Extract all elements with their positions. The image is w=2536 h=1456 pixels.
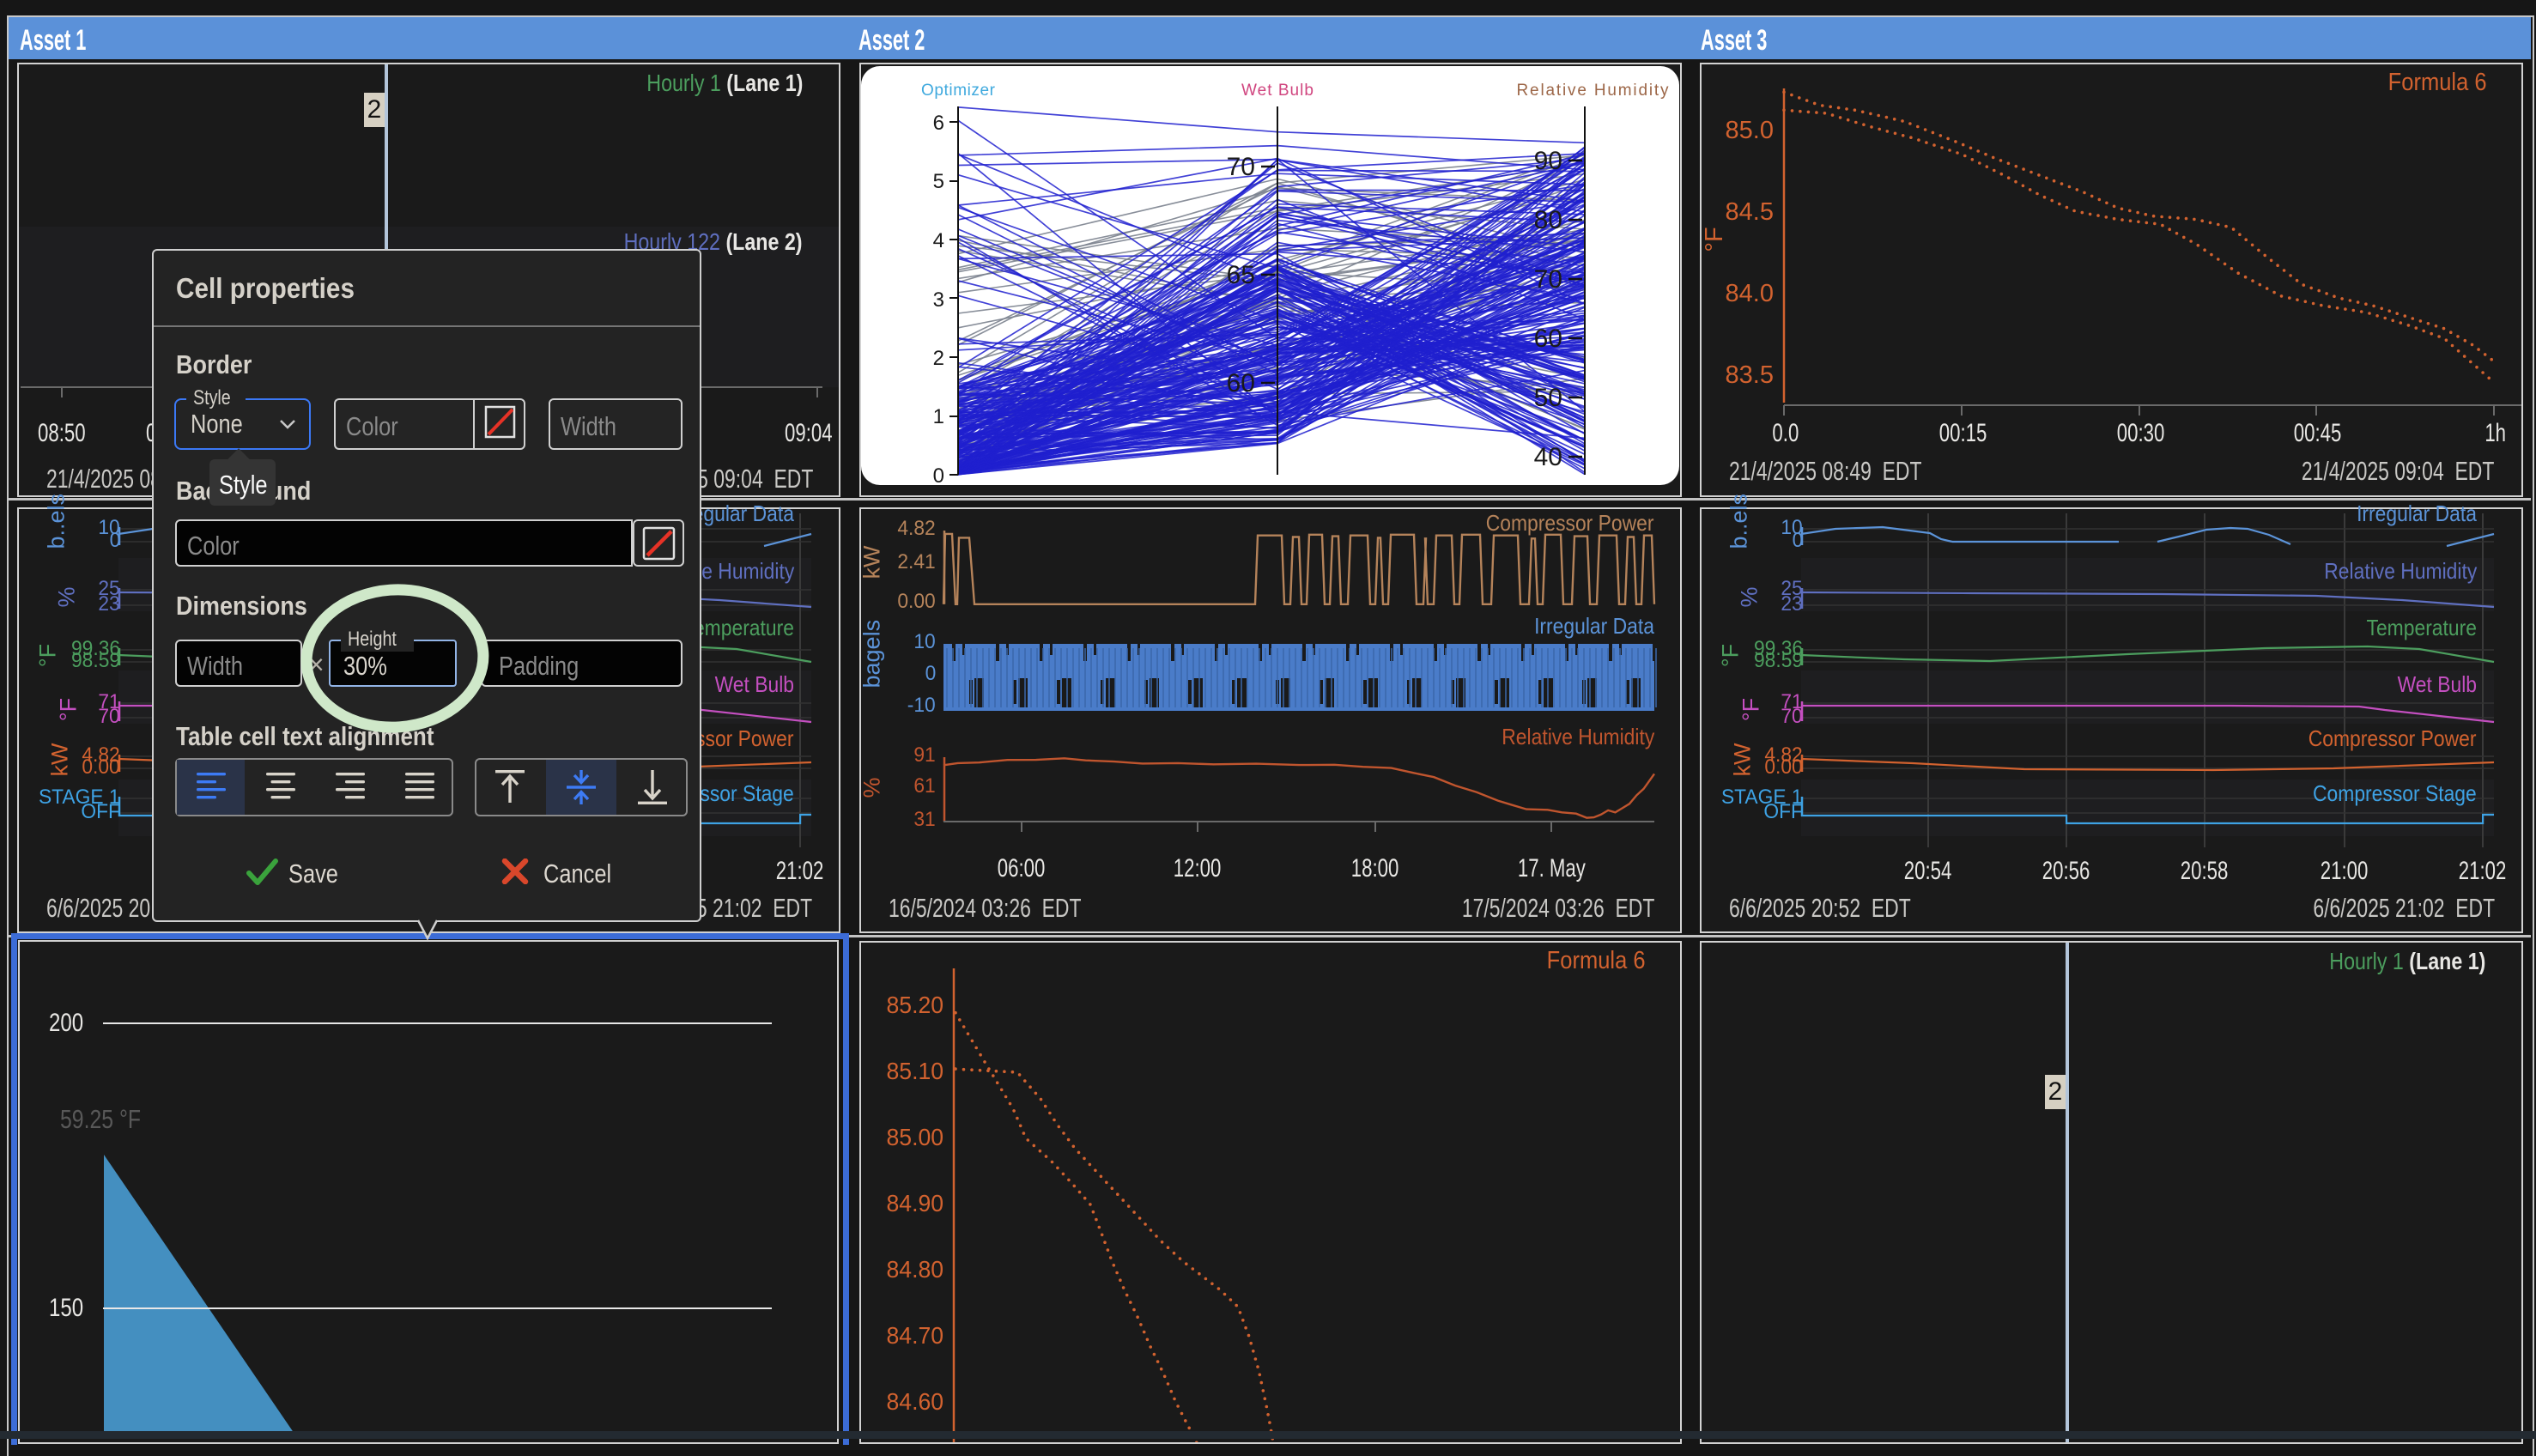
svg-text:Optimizer: Optimizer (921, 82, 996, 100)
svg-text:6: 6 (933, 112, 944, 135)
svg-text:40: 40 (1534, 443, 1562, 471)
svg-text:50: 50 (1534, 384, 1562, 412)
svg-text:5: 5 (933, 170, 944, 193)
svg-text:4: 4 (933, 229, 944, 252)
svg-text:60: 60 (1227, 369, 1255, 397)
svg-text:84.0: 84.0 (1726, 280, 1774, 307)
svg-text:Wet Bulb: Wet Bulb (1241, 82, 1314, 100)
svg-text:83.5: 83.5 (1726, 361, 1774, 389)
svg-text:65: 65 (1227, 261, 1255, 289)
svg-text:85.0: 85.0 (1726, 117, 1774, 144)
svg-text:60: 60 (1534, 325, 1562, 353)
svg-text:3: 3 (933, 288, 944, 312)
svg-text:90: 90 (1534, 147, 1562, 175)
svg-text:°F: °F (1702, 227, 1728, 252)
svg-text:80: 80 (1534, 206, 1562, 234)
svg-text:1: 1 (933, 405, 944, 428)
svg-text:0: 0 (933, 464, 944, 485)
svg-text:2: 2 (933, 347, 944, 370)
svg-text:84.5: 84.5 (1726, 198, 1774, 226)
svg-text:70: 70 (1534, 265, 1562, 294)
svg-text:70: 70 (1227, 153, 1255, 181)
